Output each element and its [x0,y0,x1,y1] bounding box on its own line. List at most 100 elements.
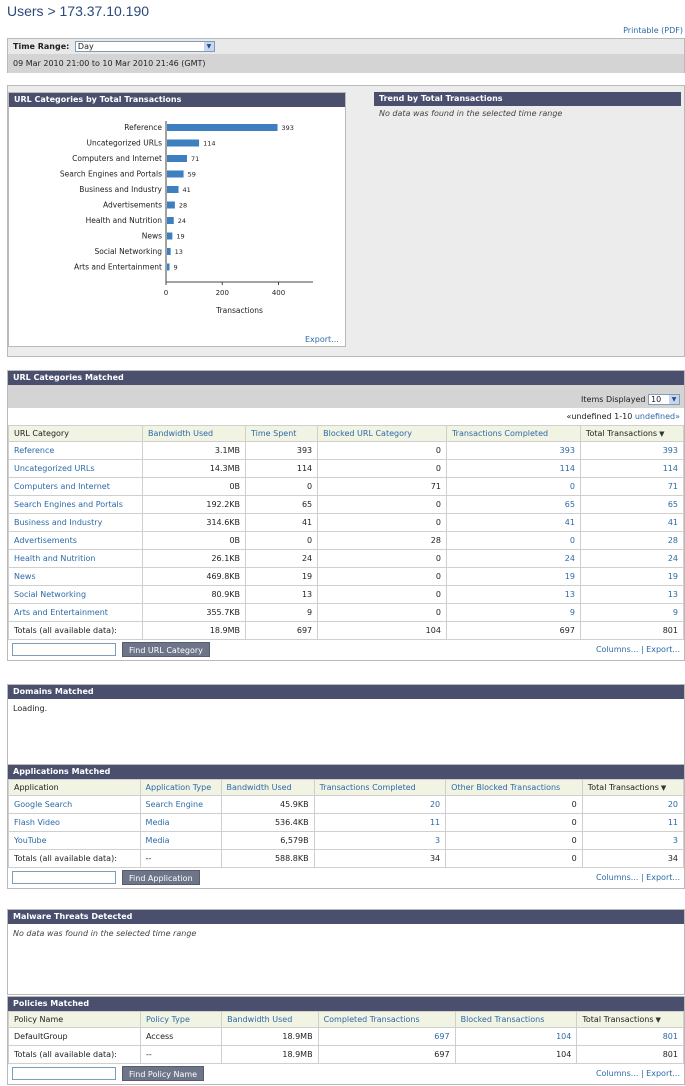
column-header[interactable]: Blocked Transactions [454,1011,578,1028]
table-cell: 71 [317,477,447,496]
table-cell[interactable]: 71 [579,477,685,496]
table-cell[interactable]: 41 [445,513,581,532]
column-header[interactable]: Blocked URL Category [317,425,447,442]
find-url-category-button[interactable]: Find URL Category [122,642,210,657]
table-cell[interactable]: 3 [313,831,447,850]
table-cell[interactable]: Advertisements [8,531,143,550]
malware-title: Malware Threats Detected [8,910,684,924]
table-cell[interactable]: 65 [445,495,581,514]
table-cell: 393 [245,441,319,460]
policies-table: Policy Name Policy Type Bandwidth Used Comp… [8,1011,684,1064]
table-cell[interactable]: 19 [579,567,685,586]
table-cell[interactable]: 9 [579,603,685,622]
find-application-button[interactable]: Find Application [122,870,200,885]
table-row: Computers and Internet 0B 0 71 0 71 [8,477,685,496]
sort-desc-icon[interactable]: ▼ [656,1016,661,1024]
columns-export-links[interactable]: Columns... | Export... [596,1069,680,1078]
table-cell[interactable]: Flash Video [8,813,141,832]
table-cell[interactable]: Media [139,813,222,832]
column-header[interactable]: Policy Type [139,1011,223,1028]
table-cell[interactable]: 0 [445,477,581,496]
sort-desc-icon[interactable]: ▼ [659,430,664,438]
table-cell[interactable]: 393 [445,441,581,460]
table-cell[interactable]: 41 [579,513,685,532]
table-cell[interactable]: Health and Nutrition [8,549,143,568]
data-label: 28 [179,202,187,210]
table-cell[interactable]: Search Engines and Portals [8,495,143,514]
category-label: Reference [124,123,162,132]
column-header[interactable]: Other Blocked Transactions [445,779,583,796]
table-cell[interactable]: Business and Industry [8,513,143,532]
table-cell[interactable]: 114 [445,459,581,478]
column-header[interactable]: Total Transactions ▼ [581,779,685,796]
table-cell[interactable]: Arts and Entertainment [8,603,143,622]
column-header[interactable]: Bandwidth Used [221,1011,319,1028]
table-cell[interactable]: 13 [445,585,581,604]
url-categories-table: URL Category Bandwidth Used Time Spent Bloc… [8,425,685,640]
column-header[interactable]: Bandwidth Used [141,425,247,442]
table-cell[interactable]: Search Engine [139,795,222,814]
table-cell: 0 [317,459,447,478]
table-cell: 34 [313,849,447,868]
table-cell[interactable]: Uncategorized URLs [8,459,143,478]
find-policy-name-button[interactable]: Find Policy Name [122,1066,205,1081]
table-cell[interactable]: 11 [581,813,685,832]
table-cell[interactable]: 11 [313,813,447,832]
table-cell[interactable]: 697 [317,1027,456,1046]
table-cell[interactable]: 24 [579,549,685,568]
sort-desc-icon[interactable]: ▼ [661,784,666,792]
table-cell[interactable]: 114 [579,459,685,478]
table-cell[interactable]: YouTube [8,831,141,850]
column-header[interactable]: Application [8,779,141,796]
table-cell[interactable]: Media [139,831,222,850]
policy-search-input[interactable] [12,1067,116,1080]
printable-pdf-link[interactable]: Printable (PDF) [623,26,683,35]
table-cell[interactable]: 13 [579,585,685,604]
pager-next-link[interactable]: undefined» [635,412,680,421]
table-cell[interactable]: 28 [579,531,685,550]
column-header[interactable]: Total Transactions ▼ [576,1011,684,1028]
table-cell[interactable]: Social Networking [8,585,143,604]
table-cell[interactable]: 19 [445,567,581,586]
table-cell[interactable]: 104 [454,1027,578,1046]
table-row: Business and Industry 314.6KB 41 0 41 41 [8,513,685,532]
url-category-search-input[interactable] [12,643,116,656]
table-cell[interactable]: Reference [8,441,143,460]
column-header[interactable]: URL Category [8,425,143,442]
column-header[interactable]: Completed Transactions [317,1011,456,1028]
table-cell[interactable]: 20 [581,795,685,814]
table-cell[interactable]: 65 [579,495,685,514]
column-header[interactable]: Transactions Completed [445,425,581,442]
table-cell: 34 [581,849,685,868]
table-cell[interactable]: Computers and Internet [8,477,143,496]
table-cell[interactable]: 24 [445,549,581,568]
table-cell[interactable]: 801 [576,1027,684,1046]
column-header[interactable]: Policy Name [8,1011,141,1028]
data-label: 114 [203,140,215,148]
table-cell[interactable]: 20 [313,795,447,814]
chart-export-link[interactable]: Export... [305,335,339,344]
table-cell: 65 [245,495,319,514]
column-header[interactable]: Time Spent [245,425,319,442]
table-cell[interactable]: 9 [445,603,581,622]
bar [167,201,175,209]
table-cell[interactable]: 3 [581,831,685,850]
table-cell: 355.7KB [141,603,247,622]
pager: «undefined 1-10 undefined» [8,408,684,425]
table-cell: Totals (all available data): [8,1045,141,1064]
column-header[interactable]: Transactions Completed [313,779,447,796]
column-header[interactable]: Total Transactions ▼ [579,425,685,442]
time-range-select[interactable]: Day ▼ [74,41,215,52]
table-cell: 14.3MB [141,459,247,478]
table-cell[interactable]: 393 [579,441,685,460]
columns-export-links[interactable]: Columns... | Export... [596,645,680,654]
table-cell[interactable]: Google Search [8,795,141,814]
column-header[interactable]: Bandwidth Used [220,779,315,796]
table-cell[interactable]: 0 [445,531,581,550]
columns-export-links[interactable]: Columns... | Export... [596,873,680,882]
table-cell[interactable]: News [8,567,143,586]
application-search-input[interactable] [12,871,116,884]
category-label: Computers and Internet [72,154,162,163]
items-displayed-select[interactable]: 10 ▼ [648,394,680,405]
column-header[interactable]: Application Type [139,779,222,796]
